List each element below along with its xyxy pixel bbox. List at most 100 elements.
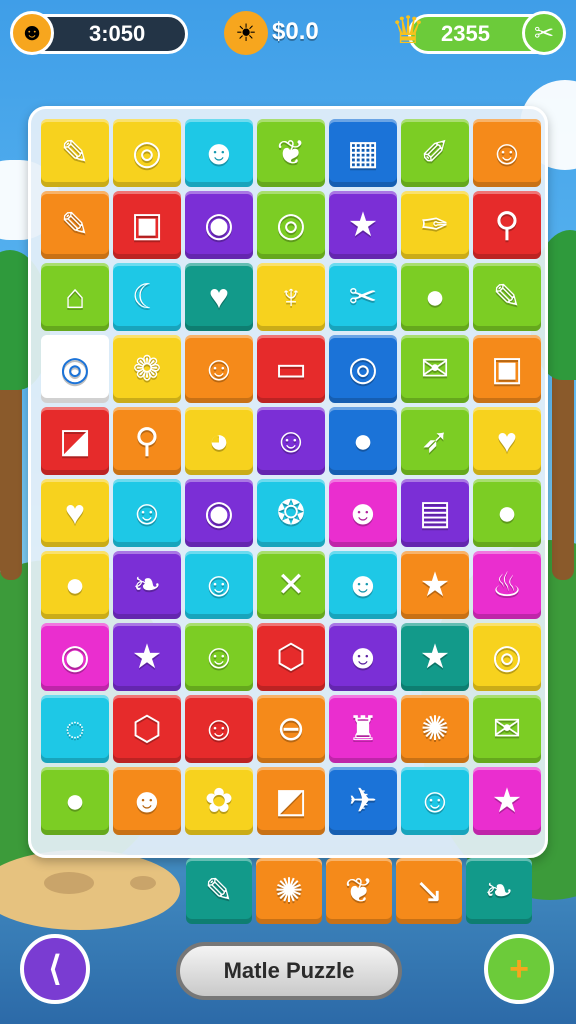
tile[interactable]: ➶	[401, 407, 469, 475]
tile[interactable]: ⌂	[41, 263, 109, 331]
tile[interactable]: ◪	[41, 407, 109, 475]
add-button[interactable]: +	[484, 934, 554, 1004]
screen-icon: ▣	[130, 206, 164, 244]
marker-icon: ✐	[420, 134, 450, 172]
tile[interactable]: ●	[329, 407, 397, 475]
tile[interactable]: ☺	[473, 119, 541, 187]
tile[interactable]: ★	[113, 623, 181, 691]
tile[interactable]: ◉	[41, 623, 109, 691]
tile[interactable]: ▣	[113, 191, 181, 259]
tile[interactable]: ☺	[185, 623, 253, 691]
tile[interactable]: ❧	[466, 858, 532, 924]
tile[interactable]: ♆	[257, 263, 325, 331]
tile[interactable]: ★	[473, 767, 541, 835]
tile[interactable]: ▭	[257, 335, 325, 403]
tile[interactable]: ♥	[473, 407, 541, 475]
tile[interactable]: ☾	[113, 263, 181, 331]
ghost-icon: ☻	[345, 638, 381, 676]
tile[interactable]: ✎	[41, 119, 109, 187]
tile[interactable]: ★	[401, 623, 469, 691]
ring-icon: ◎	[276, 206, 306, 244]
tile[interactable]: ●	[401, 263, 469, 331]
leaf-icon: ❦	[344, 872, 374, 910]
tile[interactable]: ✈	[329, 767, 397, 835]
tile[interactable]: ▤	[401, 479, 469, 547]
tile[interactable]: ✿	[185, 767, 253, 835]
tile[interactable]: ◌	[41, 695, 109, 763]
heart-icon: ♥	[208, 278, 230, 316]
tile[interactable]: ♥	[41, 479, 109, 547]
tile[interactable]: ❁	[113, 335, 181, 403]
game-title-button[interactable]: Matle Puzzle	[176, 942, 402, 1000]
tile[interactable]: ◎	[473, 623, 541, 691]
stone	[130, 876, 156, 890]
tile[interactable]: ◕	[185, 407, 253, 475]
ring-icon: ◎	[60, 350, 90, 388]
tile[interactable]: ●	[41, 551, 109, 619]
tile[interactable]: ☺	[401, 767, 469, 835]
tomato-icon: ☻	[345, 494, 381, 532]
pumpkin-icon: ●	[64, 782, 86, 820]
box-icon: ▦	[346, 134, 380, 172]
tile[interactable]: ▦	[329, 119, 397, 187]
tile[interactable]: ◎	[257, 191, 325, 259]
tile[interactable]: ✺	[401, 695, 469, 763]
tile[interactable]: ✑	[401, 191, 469, 259]
tile[interactable]: ◉	[185, 479, 253, 547]
tile[interactable]: ☻	[113, 767, 181, 835]
tile[interactable]: ☺	[113, 479, 181, 547]
tile[interactable]: ★	[329, 191, 397, 259]
tile[interactable]: ☺	[185, 695, 253, 763]
tile[interactable]: ❂	[257, 479, 325, 547]
tile[interactable]: ☺	[185, 551, 253, 619]
tile[interactable]: ⊖	[257, 695, 325, 763]
tile[interactable]: ◎	[113, 119, 181, 187]
tile[interactable]: ●	[473, 479, 541, 547]
fruit-icon: ❂	[276, 494, 306, 532]
score-value: 2355	[441, 21, 490, 46]
tile[interactable]: ❦	[326, 858, 392, 924]
tile-grid: ✎ ◎ ☻ ❦ ▦ ✐ ☺ ✎ ▣ ◉ ◎ ★ ✑ ⚲ ⌂ ☾ ♥ ♆ ✂ ● ✎ ◎ ❁ ☺ ▭ ◎ ✉ ▣ ◪ ⚲ ◕ ☺ ● ➶ ♥ ♥ ☺ ◉ ❂ ☻…	[41, 119, 541, 835]
tile[interactable]: ☺	[257, 407, 325, 475]
tile[interactable]: ★	[401, 551, 469, 619]
tile[interactable]: ☻	[185, 119, 253, 187]
tile[interactable]: ◎	[329, 335, 397, 403]
tile[interactable]: ♥	[185, 263, 253, 331]
bubble-icon: ◌	[64, 710, 86, 748]
tile[interactable]: ⚲	[113, 407, 181, 475]
tile[interactable]: ♜	[329, 695, 397, 763]
tile[interactable]: ●	[41, 767, 109, 835]
tile[interactable]: ☻	[329, 479, 397, 547]
tile[interactable]: ❧	[113, 551, 181, 619]
tile[interactable]: ❦	[257, 119, 325, 187]
tile[interactable]: ⬡	[257, 623, 325, 691]
smiley-icon: ☻	[10, 11, 54, 55]
tile[interactable]: ✂	[329, 263, 397, 331]
tile[interactable]: ☻	[329, 623, 397, 691]
tile[interactable]: ▣	[473, 335, 541, 403]
bottle-icon: ✑	[420, 206, 450, 244]
tile[interactable]: ↘	[396, 858, 462, 924]
tile[interactable]: ☺	[185, 335, 253, 403]
game-title: Matle Puzzle	[223, 958, 355, 983]
tile[interactable]: ✺	[256, 858, 322, 924]
tile[interactable]: ✉	[473, 695, 541, 763]
tile[interactable]: ✎	[41, 191, 109, 259]
tile[interactable]: ◉	[185, 191, 253, 259]
tile[interactable]: ✎	[186, 858, 252, 924]
tile[interactable]: ✉	[401, 335, 469, 403]
tile[interactable]: ♨	[473, 551, 541, 619]
dolphin-icon: ✈	[348, 782, 378, 820]
leaf-icon: ❧	[132, 566, 162, 604]
tile[interactable]: ✕	[257, 551, 325, 619]
tile[interactable]: ◎	[41, 335, 109, 403]
tile[interactable]: ⚲	[473, 191, 541, 259]
star-icon: ★	[419, 638, 451, 676]
tile[interactable]: ◩	[257, 767, 325, 835]
tile[interactable]: ✎	[473, 263, 541, 331]
scissors-icon[interactable]: ✂	[522, 11, 566, 55]
share-button[interactable]: ⟨	[20, 934, 90, 1004]
tile[interactable]: ✐	[401, 119, 469, 187]
tile[interactable]: ☻	[329, 551, 397, 619]
tile[interactable]: ⬡	[113, 695, 181, 763]
